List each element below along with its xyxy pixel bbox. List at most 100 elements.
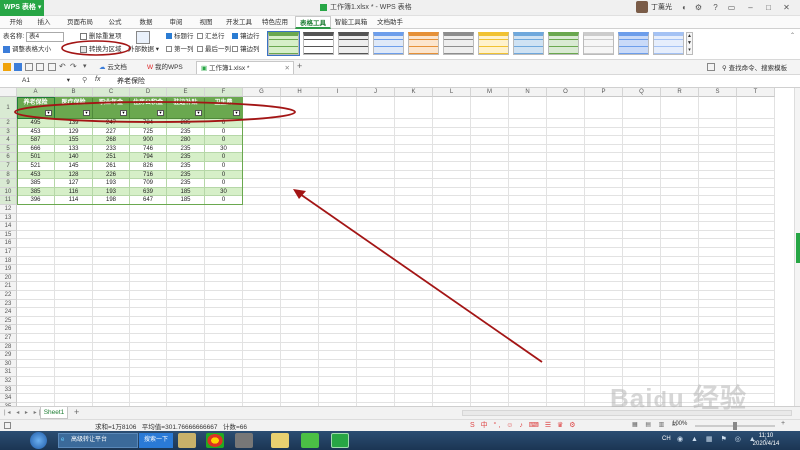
table-cell[interactable]: 385 (17, 187, 55, 197)
grid-cell[interactable] (509, 205, 547, 214)
grid-cell[interactable] (433, 394, 471, 403)
grid-cell[interactable] (471, 342, 509, 352)
table-cell[interactable]: 900 (130, 136, 167, 145)
grid-cell[interactable] (17, 248, 55, 257)
grid-cell[interactable] (433, 127, 471, 137)
grid-cell[interactable] (243, 213, 281, 223)
grid-cell[interactable] (661, 162, 699, 171)
filter-dropdown-icon[interactable]: ▼ (157, 110, 164, 116)
column-header[interactable]: R (661, 88, 699, 97)
grid-cell[interactable] (699, 256, 737, 266)
grid-cell[interactable] (547, 239, 585, 248)
grid-cell[interactable] (357, 119, 395, 128)
grid-cell[interactable] (509, 248, 547, 257)
option-last-column[interactable]: 最后一列 (197, 45, 231, 55)
grid-cell[interactable] (509, 196, 547, 205)
grid-cell[interactable] (243, 385, 281, 395)
grid-cell[interactable] (205, 282, 243, 291)
table-cell[interactable]: 193 (93, 187, 130, 197)
grid-cell[interactable] (395, 187, 433, 197)
grid-cell[interactable] (395, 162, 433, 171)
grid-cell[interactable] (585, 222, 623, 231)
grid-cell[interactable] (471, 170, 509, 180)
grid-cell[interactable] (623, 222, 661, 231)
table-cell[interactable]: 746 (130, 144, 167, 154)
table-cell[interactable]: 784 (130, 119, 167, 128)
grid-cell[interactable] (395, 230, 433, 240)
grid-cell[interactable] (357, 170, 395, 180)
grid-cell[interactable] (433, 368, 471, 377)
grid-cell[interactable] (471, 153, 509, 162)
grid-cell[interactable] (55, 222, 93, 231)
table-cell[interactable]: 235 (167, 162, 205, 171)
table-cell[interactable]: 0 (205, 196, 243, 205)
start-button[interactable] (30, 432, 47, 449)
grid-cell[interactable] (55, 291, 93, 300)
grid-cell[interactable] (623, 144, 661, 154)
grid-cell[interactable] (509, 394, 547, 403)
grid-cell[interactable] (205, 273, 243, 283)
column-header[interactable]: Q (623, 88, 661, 97)
grid-cell[interactable] (319, 377, 357, 386)
grid-cell[interactable] (281, 282, 319, 291)
grid-cell[interactable] (55, 299, 93, 309)
grid-cell[interactable] (281, 170, 319, 180)
grid-cell[interactable] (93, 291, 130, 300)
grid-cell[interactable] (547, 187, 585, 197)
grid-cell[interactable] (243, 187, 281, 197)
menu-tab[interactable]: 特色应用 (258, 16, 292, 29)
grid-cell[interactable] (395, 213, 433, 223)
row-header[interactable]: 32 (0, 377, 17, 386)
table-cell[interactable]: 235 (167, 127, 205, 137)
table-cell[interactable]: 495 (17, 119, 55, 128)
grid-cell[interactable] (93, 359, 130, 369)
grid-cell[interactable] (471, 282, 509, 291)
table-style-swatch[interactable] (583, 32, 614, 55)
grid-cell[interactable] (433, 359, 471, 369)
row-header[interactable]: 29 (0, 351, 17, 360)
grid-cell[interactable] (17, 291, 55, 300)
grid-cell[interactable] (55, 334, 93, 343)
grid-cell[interactable] (585, 144, 623, 154)
grid-cell[interactable] (281, 248, 319, 257)
grid-cell[interactable] (737, 136, 775, 145)
grid-cell[interactable] (93, 265, 130, 274)
table-header-cell[interactable]: 养老保险 ▼ (17, 97, 55, 119)
grid-cell[interactable] (130, 239, 167, 248)
grid-cell[interactable] (395, 205, 433, 214)
grid-cell[interactable] (281, 334, 319, 343)
close-button[interactable]: ✕ (781, 2, 792, 13)
grid-cell[interactable] (547, 222, 585, 231)
row-header[interactable]: 6 (0, 153, 17, 162)
grid-cell[interactable] (699, 222, 737, 231)
table-style-swatch[interactable] (478, 32, 509, 55)
grid-cell[interactable] (243, 205, 281, 214)
sheet-nav-arrows[interactable]: |◂ ◂ ▸ ▸| (4, 409, 42, 416)
column-header[interactable]: J (357, 88, 395, 97)
grid-cell[interactable] (281, 196, 319, 205)
grid-cell[interactable] (471, 325, 509, 334)
table-cell[interactable]: 0 (205, 127, 243, 137)
grid-cell[interactable] (433, 187, 471, 197)
input-language[interactable]: CH (662, 436, 671, 442)
grid-cell[interactable] (243, 377, 281, 386)
row-header[interactable]: 12 (0, 205, 17, 214)
grid-cell[interactable] (167, 222, 205, 231)
menu-tab[interactable]: 公式 (102, 16, 128, 29)
resize-table-button[interactable]: 调整表格大小 (3, 45, 51, 55)
grid-cell[interactable] (93, 273, 130, 283)
grid-cell[interactable] (699, 196, 737, 205)
grid-cell[interactable] (395, 153, 433, 162)
grid-cell[interactable] (281, 265, 319, 274)
sheet-tab-sheet1[interactable]: Sheet1 (40, 407, 68, 419)
grid-cell[interactable] (357, 385, 395, 395)
grid-cell[interactable] (17, 256, 55, 266)
grid-cell[interactable] (661, 282, 699, 291)
grid-cell[interactable] (547, 351, 585, 360)
grid-cell[interactable] (471, 119, 509, 128)
grid-cell[interactable] (471, 230, 509, 240)
grid-cell[interactable] (623, 179, 661, 188)
grid-cell[interactable] (661, 368, 699, 377)
grid-cell[interactable] (547, 308, 585, 317)
grid-cell[interactable] (130, 273, 167, 283)
